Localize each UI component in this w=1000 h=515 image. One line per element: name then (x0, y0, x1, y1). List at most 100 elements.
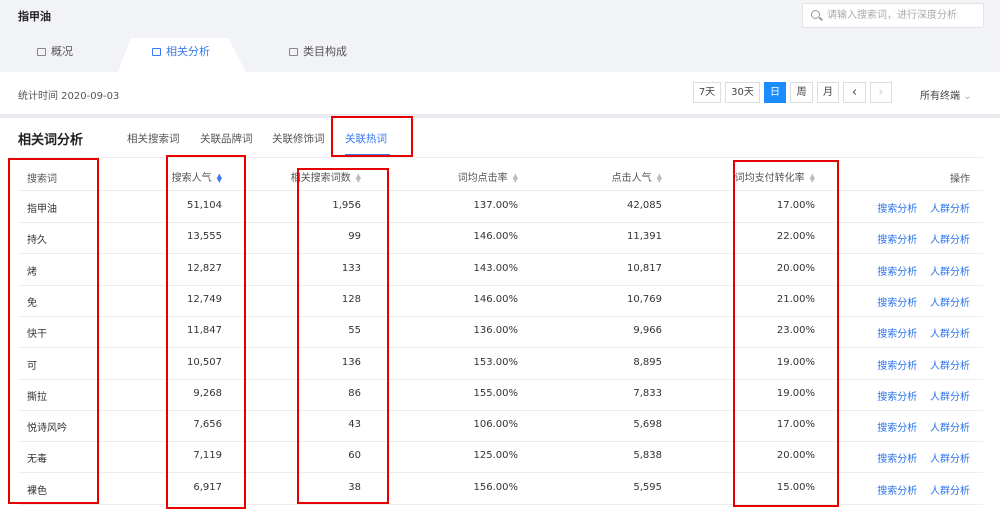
cell-actions: 搜索分析 人群分析 (877, 325, 970, 340)
chevron-down-icon: ⌄ (963, 91, 972, 102)
search-analysis-link[interactable]: 搜索分析 (877, 204, 917, 215)
cell-click-popularity: 7,833 (633, 388, 662, 399)
header-click-rate[interactable]: 词均点击率 ▲ ▼ (457, 169, 518, 185)
cell-text: 10,769 (627, 293, 662, 305)
cell-text: 5,838 (633, 450, 662, 462)
header-click-popularity[interactable]: 点击人气 ▲ ▼ (611, 169, 662, 185)
cell-text: 7,833 (633, 387, 662, 399)
cell-actions: 搜索分析 人群分析 (877, 263, 970, 278)
search-analysis-link[interactable]: 搜索分析 (877, 267, 917, 278)
tab-category[interactable]: 类目构成 (289, 43, 347, 59)
search-analysis-link[interactable]: 搜索分析 (877, 361, 917, 372)
cell-click-rate: 146.00% (474, 294, 519, 305)
cell-click-popularity: 10,817 (627, 263, 662, 274)
cell-text: 106.00% (473, 419, 519, 431)
search-input[interactable]: 请输入搜索词，进行深度分析 (802, 3, 984, 28)
cell-text: 156.00% (473, 481, 519, 493)
crowd-analysis-link[interactable]: 人群分析 (930, 454, 970, 465)
subtab-modifier[interactable]: 关联修饰词 (272, 131, 325, 146)
search-analysis-link[interactable]: 搜索分析 (877, 486, 917, 497)
crowd-analysis-link[interactable]: 人群分析 (930, 267, 970, 278)
crowd-analysis-link[interactable]: 人群分析 (930, 204, 970, 215)
tab-label: 相关分析 (166, 45, 210, 58)
cell-actions: 搜索分析 人群分析 (877, 450, 970, 465)
cell-click-popularity: 5,595 (633, 482, 662, 493)
bag-icon (289, 48, 298, 56)
search-analysis-link[interactable]: 搜索分析 (877, 423, 917, 434)
cell-text: 11,391 (627, 231, 662, 243)
cell-text: 143.00% (473, 262, 519, 274)
search-analysis-link[interactable]: 搜索分析 (877, 454, 917, 465)
cell-text: 9,966 (633, 325, 662, 337)
cell-text: 155.00% (473, 387, 519, 399)
crowd-analysis-link[interactable]: 人群分析 (930, 235, 970, 246)
cell-click-popularity: 11,391 (627, 231, 662, 242)
cell-text: 5,698 (633, 419, 662, 431)
cell-click-rate: 137.00% (474, 200, 519, 211)
crowd-analysis-link[interactable]: 人群分析 (930, 361, 970, 372)
cell-text: 42,085 (627, 200, 662, 211)
cell-click-rate: 136.00% (474, 325, 519, 336)
cell-click-popularity: 42,085 (627, 200, 662, 211)
crowd-analysis-link[interactable]: 人群分析 (930, 329, 970, 340)
subtab-related-search[interactable]: 相关搜索词 (127, 131, 180, 146)
terminal-label: 所有终端 (920, 91, 960, 102)
header-label: 点击人气 (611, 173, 652, 184)
cell-actions: 搜索分析 人群分析 (877, 200, 970, 215)
top-bar: 指甲油 请输入搜索词，进行深度分析 概况 相关分析 类目构成 (0, 0, 1000, 72)
cell-click-popularity: 10,769 (627, 294, 662, 305)
range-day-button[interactable]: 日 (764, 82, 786, 103)
crowd-analysis-link[interactable]: 人群分析 (930, 392, 970, 403)
cell-text: 136.00% (473, 325, 519, 337)
crowd-analysis-link[interactable]: 人群分析 (930, 423, 970, 434)
search-analysis-link[interactable]: 搜索分析 (877, 298, 917, 309)
cell-click-rate: 143.00% (474, 263, 519, 274)
tab-label: 类目构成 (303, 45, 347, 58)
crowd-analysis-link[interactable]: 人群分析 (930, 298, 970, 309)
subtab-brand[interactable]: 关联品牌词 (200, 131, 253, 146)
cell-click-rate: 153.00% (474, 357, 519, 368)
cell-text: 153.00% (473, 356, 519, 368)
keyword-title: 指甲油 (18, 10, 51, 23)
tab-related-analysis[interactable]: 相关分析 (152, 43, 210, 59)
stat-date: 统计时间 2020-09-03 (18, 91, 120, 102)
cell-text: 137.00% (473, 200, 519, 211)
sort-icon[interactable]: ▲ ▼ (513, 173, 518, 184)
tab-label: 概况 (51, 45, 73, 58)
range-month-button[interactable]: 月 (817, 82, 839, 103)
range-7d-button[interactable]: 7天 (693, 82, 721, 103)
range-week-button[interactable]: 周 (790, 82, 813, 103)
cell-actions: 搜索分析 人群分析 (877, 231, 970, 246)
cell-click-rate: 125.00% (474, 450, 519, 461)
cell-text: 125.00% (473, 450, 519, 462)
search-analysis-link[interactable]: 搜索分析 (877, 235, 917, 246)
search-icon (811, 10, 820, 19)
cell-text: 10,817 (627, 262, 662, 274)
cell-click-rate: 156.00% (474, 482, 519, 493)
cell-actions: 搜索分析 人群分析 (877, 294, 970, 309)
search-analysis-link[interactable]: 搜索分析 (877, 392, 917, 403)
terminal-select[interactable]: 所有终端 ⌄ (920, 87, 972, 102)
cell-click-popularity: 5,838 (633, 450, 662, 461)
cell-click-popularity: 8,895 (633, 357, 662, 368)
header-label: 词均点击率 (457, 173, 508, 184)
cell-click-rate: 106.00% (474, 419, 519, 430)
search-analysis-link[interactable]: 搜索分析 (877, 329, 917, 340)
next-button[interactable]: › (870, 82, 892, 103)
prev-button[interactable]: ‹ (843, 82, 866, 103)
tab-overview[interactable]: 概况 (37, 43, 73, 59)
sort-icon[interactable]: ▲ ▼ (657, 173, 662, 184)
cell-actions: 搜索分析 人群分析 (877, 419, 970, 434)
cell-text: 146.00% (473, 231, 519, 243)
cell-click-rate: 146.00% (474, 231, 519, 242)
bag-icon (37, 48, 46, 56)
cell-click-popularity: 9,966 (633, 325, 662, 336)
cell-actions: 搜索分析 人群分析 (877, 357, 970, 372)
range-30d-button[interactable]: 30天 (725, 82, 760, 103)
bag-icon (152, 48, 161, 56)
cell-click-rate: 155.00% (474, 388, 519, 399)
cell-click-popularity: 5,698 (633, 419, 662, 430)
cell-actions: 搜索分析 人群分析 (877, 388, 970, 403)
crowd-analysis-link[interactable]: 人群分析 (930, 486, 970, 497)
section-title: 相关词分析 (18, 133, 84, 148)
